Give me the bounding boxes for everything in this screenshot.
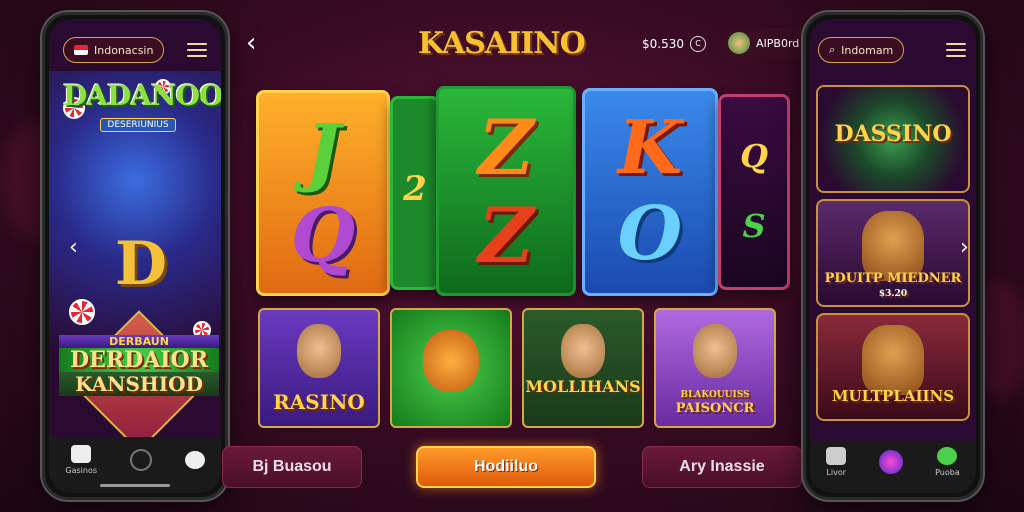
dadanoo-logo: DADANOO DESERIUNIUS — [63, 79, 221, 132]
left-phone: Indonacsin DADANOO DESERIUNIUS ‹ D DERBA… — [42, 12, 228, 500]
reel-card-green-side[interactable]: 2 — [390, 96, 440, 290]
nav-item-livor[interactable]: Livor — [826, 447, 847, 477]
game-thumbnails: RASINO MOLLIHANS BLAKOUUISS PAISONCR — [258, 308, 776, 428]
right-phone-screen: ⌕ Indomam DASSINO PDUITP MIEDNER $3.20 M… — [810, 19, 976, 493]
user-chip[interactable]: AIPB0rd — [724, 28, 808, 58]
character-image — [297, 324, 341, 378]
region-label: Indonacsin — [94, 43, 154, 57]
nav-item-puoba[interactable]: Puoba — [935, 447, 960, 477]
avatar — [728, 32, 750, 54]
reel-symbol: J — [305, 109, 341, 195]
action-buttons: Bj Buasou Hodiiluo Ary Inassie — [222, 446, 802, 492]
game-tile[interactable]: RASINO — [258, 308, 380, 428]
nav-label: Gasinos — [65, 466, 98, 475]
gift-icon — [937, 447, 958, 465]
game-tile-sub: BLAKOUUISS — [680, 390, 750, 400]
game-tile-label: RASINO — [273, 390, 365, 414]
main-action-button[interactable]: Hodiiluo — [416, 446, 596, 488]
reel-card-green[interactable]: Z Z — [436, 86, 576, 296]
game-tile-label: PDUITP MIEDNER — [824, 271, 962, 286]
character-image — [693, 324, 737, 378]
reel-symbol: Z — [478, 103, 534, 192]
user-label: AIPB0rd — [756, 36, 800, 50]
nav-item-gasinos[interactable]: Gasinos — [65, 445, 97, 475]
region-pill[interactable]: ⌕ Indomam — [818, 37, 905, 63]
right-game-list: DASSINO PDUITP MIEDNER $3.20 MULTPLAIINS — [816, 85, 970, 427]
home-indicator — [100, 484, 170, 487]
left-action-button[interactable]: Bj Buasou — [222, 446, 362, 488]
coin-icon: C — [690, 36, 706, 52]
game-tile[interactable] — [390, 308, 512, 428]
reel-card-dark[interactable]: Q S — [718, 94, 790, 290]
reel-symbol: Q — [740, 137, 768, 175]
game-tile-label: MULTPLAIINS — [831, 387, 955, 405]
left-phone-nav: Gasinos — [49, 437, 221, 493]
lion-image — [862, 325, 924, 395]
game-tile-label: DASSINO — [834, 121, 952, 147]
menu-icon[interactable] — [946, 43, 966, 57]
chip-icon — [69, 299, 95, 325]
region-label: Indomam — [841, 43, 894, 57]
reel-symbol: S — [742, 207, 766, 245]
balance: $0.530 C — [642, 36, 706, 52]
game-tile[interactable]: MULTPLAIINS — [816, 313, 970, 421]
wallet-icon — [71, 445, 92, 463]
left-phone-screen: Indonacsin DADANOO DESERIUNIUS ‹ D DERBA… — [49, 19, 221, 493]
big-letter: D — [115, 229, 168, 299]
reel-card-orange[interactable]: J Q — [256, 90, 390, 296]
game-tile-sub: $3.20 — [878, 289, 908, 299]
nav-label: Livor — [826, 468, 847, 477]
game-tile[interactable]: PDUITP MIEDNER $3.20 — [816, 199, 970, 307]
menu-icon[interactable] — [187, 43, 207, 57]
reel-card-blue[interactable]: K O — [582, 88, 718, 296]
balance-value: $0.530 — [642, 37, 684, 51]
reel-symbol: 2 — [403, 169, 427, 209]
promo-banner[interactable]: DERBAUN DERDAIOR KANSHIOD — [59, 310, 219, 452]
tiger-image — [423, 330, 479, 392]
game-tile-name: PAISONCR — [675, 401, 755, 416]
reel-symbol: Q — [290, 193, 356, 279]
reel-symbol: O — [617, 191, 683, 277]
right-phone-header: ⌕ Indomam — [818, 37, 966, 63]
brand-title: KASAIINO — [418, 26, 586, 61]
promo-line2: DERDAIOR — [59, 348, 219, 372]
right-phone: ⌕ Indomam DASSINO PDUITP MIEDNER $3.20 M… — [803, 12, 983, 500]
chevron-right-icon[interactable]: › — [960, 235, 969, 260]
right-phone-nav: Livor Puoba — [810, 441, 976, 493]
game-tile[interactable]: DASSINO — [816, 85, 970, 193]
region-pill[interactable]: Indonacsin — [63, 37, 165, 63]
right-action-button[interactable]: Ary Inassie — [642, 446, 802, 488]
tools-icon — [826, 447, 847, 465]
reel-symbol: K — [617, 105, 683, 191]
slot-reels: J Q 2 Z Z K O Q S — [256, 86, 792, 298]
search-icon: ⌕ — [829, 43, 836, 56]
chat-icon — [184, 451, 205, 469]
game-tile[interactable]: BLAKOUUISS PAISONCR — [654, 308, 776, 428]
nav-item-spin[interactable] — [878, 450, 903, 474]
nav-item-chat[interactable] — [184, 451, 205, 469]
character-image — [561, 324, 605, 378]
game-tile[interactable]: MOLLIHANS — [522, 308, 644, 428]
home-circle-icon — [129, 449, 152, 471]
promo-line3: KANSHIOD — [59, 372, 219, 396]
flag-icon — [74, 45, 88, 55]
back-arrow-icon[interactable]: ‹ — [246, 28, 256, 58]
game-tile-label: BLAKOUUISS PAISONCR — [656, 388, 774, 416]
nav-label: Puoba — [935, 468, 960, 477]
reel-symbol: Z — [478, 191, 534, 280]
logo-title: DADANOO — [63, 79, 221, 112]
logo-subtitle: DESERIUNIUS — [100, 118, 176, 132]
nav-item-home[interactable] — [129, 449, 152, 471]
game-tile-label: MOLLIHANS — [525, 377, 641, 396]
left-phone-header: Indonacsin — [63, 37, 207, 63]
spin-icon — [878, 450, 903, 474]
chevron-left-icon[interactable]: ‹ — [69, 235, 78, 260]
top-bar: ‹ KASAIINO $0.530 C AIPB0rd — [238, 24, 808, 64]
